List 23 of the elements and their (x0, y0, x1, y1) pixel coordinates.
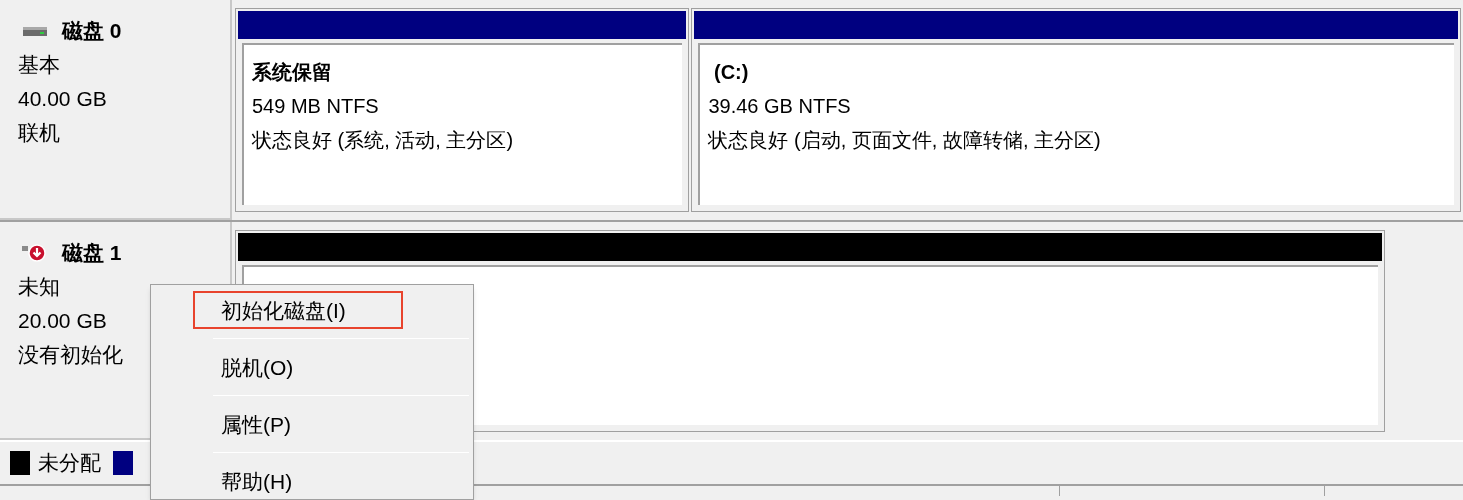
disk-drive-icon (22, 24, 48, 38)
disk-detail: 联机 (18, 120, 60, 146)
disk-detail: 20.00 GB (18, 308, 107, 334)
partition-block[interactable]: 系统保留 549 MB NTFS 状态良好 (系统, 活动, 主分区) (235, 8, 690, 212)
menu-item[interactable]: 初始化磁盘(I) (193, 291, 403, 329)
disk-detail: 40.00 GB (18, 86, 107, 112)
menu-item[interactable]: 帮助(H) (193, 462, 403, 499)
disk-name: 磁盘 1 (62, 240, 122, 267)
partition-name: (C:) (713, 60, 749, 85)
menu-item[interactable]: 脱机(O) (193, 348, 403, 386)
disk-name: 磁盘 0 (62, 18, 122, 45)
disk-detail: 基本 (18, 52, 60, 78)
partition-name: 系统保留 (252, 60, 332, 85)
disk-detail: 未知 (18, 274, 60, 300)
disk-detail: 没有初始化 (18, 342, 123, 368)
partition-detail: 549 MB NTFS (252, 94, 379, 119)
partition-detail: 状态良好 (启动, 页面文件, 故障转储, 主分区) (708, 128, 1101, 153)
legend-label: 未分配 (38, 450, 101, 477)
partition-detail: 39.46 GB NTFS (708, 94, 851, 119)
menu-item[interactable]: 属性(P) (193, 405, 403, 443)
disk-error-icon (22, 242, 48, 264)
partition-block[interactable]: (C:) 39.46 GB NTFS 状态良好 (启动, 页面文件, 故障转储, 主分区) (691, 8, 1461, 212)
partition-detail: 状态良好 (系统, 活动, 主分区) (252, 128, 514, 153)
